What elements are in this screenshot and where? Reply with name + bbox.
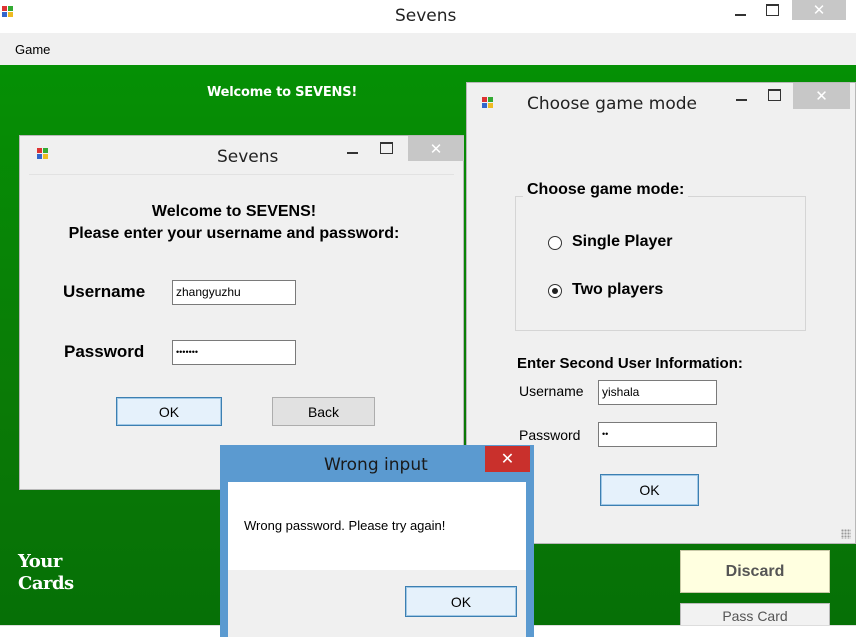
close-icon: ✕ (815, 87, 828, 105)
login-heading-line2: Please enter your username and password: (68, 225, 400, 242)
username-label: Username (63, 282, 146, 301)
login-heading: Welcome to SEVENS! Please enter your use… (29, 201, 439, 245)
radio-single-player-label[interactable]: Single Player (572, 233, 673, 251)
main-window-title: Sevens (395, 6, 457, 26)
app-icon (37, 148, 49, 160)
second-password-input[interactable]: •• (598, 422, 717, 447)
radio-single-player[interactable] (548, 236, 562, 250)
login-heading-line1: Welcome to SEVENS! (151, 203, 317, 220)
mode-ok-button[interactable]: OK (600, 474, 699, 506)
welcome-banner: Welcome to SEVENS! (207, 85, 358, 100)
second-user-heading: Enter Second User Information: (517, 355, 743, 372)
radio-two-players[interactable] (548, 284, 562, 298)
login-maximize-button[interactable] (374, 138, 398, 158)
login-close-button[interactable]: ✕ (408, 136, 464, 161)
radio-two-players-label[interactable]: Two players (572, 281, 663, 299)
error-ok-button[interactable]: OK (405, 586, 517, 617)
your-cards-label: Your Cards (18, 551, 74, 595)
main-titlebar: Sevens ✕ (0, 0, 856, 33)
game-mode-group (515, 196, 806, 331)
login-body: Welcome to SEVENS! Please enter your use… (29, 174, 454, 483)
login-minimize-button[interactable] (340, 140, 364, 160)
app-icon (482, 97, 494, 109)
close-icon: ✕ (429, 139, 443, 158)
login-dialog: Sevens ✕ Welcome to SEVENS! Please enter… (19, 135, 464, 490)
error-close-button[interactable]: ✕ (485, 446, 530, 472)
main-minimize-button[interactable] (728, 2, 752, 22)
login-dialog-title: Sevens (217, 147, 279, 167)
discard-button[interactable]: Discard (680, 550, 830, 593)
menu-bar: Game (0, 33, 856, 65)
second-username-label: Username (519, 383, 584, 399)
login-ok-button[interactable]: OK (116, 397, 222, 426)
mode-maximize-button[interactable] (762, 85, 786, 105)
resize-grip-icon[interactable] (841, 529, 851, 539)
back-button[interactable]: Back (272, 397, 375, 426)
error-body: Wrong password. Please try again! (228, 482, 526, 570)
username-input[interactable]: zhangyuzhu (172, 280, 296, 305)
app-icon (2, 6, 14, 18)
error-footer: OK (228, 570, 526, 637)
mode-minimize-button[interactable] (729, 87, 753, 107)
menu-item-game[interactable]: Game (15, 42, 50, 57)
second-password-label: Password (519, 427, 581, 443)
second-username-input[interactable]: yishala (598, 380, 717, 405)
game-mode-group-caption: Choose game mode: (523, 181, 689, 199)
main-close-button[interactable]: ✕ (792, 0, 846, 20)
close-icon: ✕ (500, 451, 515, 468)
password-label: Password (64, 342, 145, 361)
your-cards-label-line2: Cards (18, 573, 74, 594)
error-message: Wrong password. Please try again! (244, 518, 446, 533)
your-cards-label-line1: Your (18, 551, 62, 572)
mode-titlebar: Choose game mode ✕ (467, 83, 855, 123)
main-maximize-button[interactable] (760, 0, 784, 20)
mode-close-button[interactable]: ✕ (793, 83, 850, 109)
error-dialog: Wrong input ✕ Wrong password. Please try… (220, 445, 534, 637)
password-input[interactable]: ••••••• (172, 340, 296, 365)
close-icon: ✕ (812, 1, 826, 19)
error-dialog-title: Wrong input (324, 455, 428, 475)
mode-dialog-title: Choose game mode (527, 94, 698, 114)
login-titlebar: Sevens ✕ (20, 136, 464, 174)
